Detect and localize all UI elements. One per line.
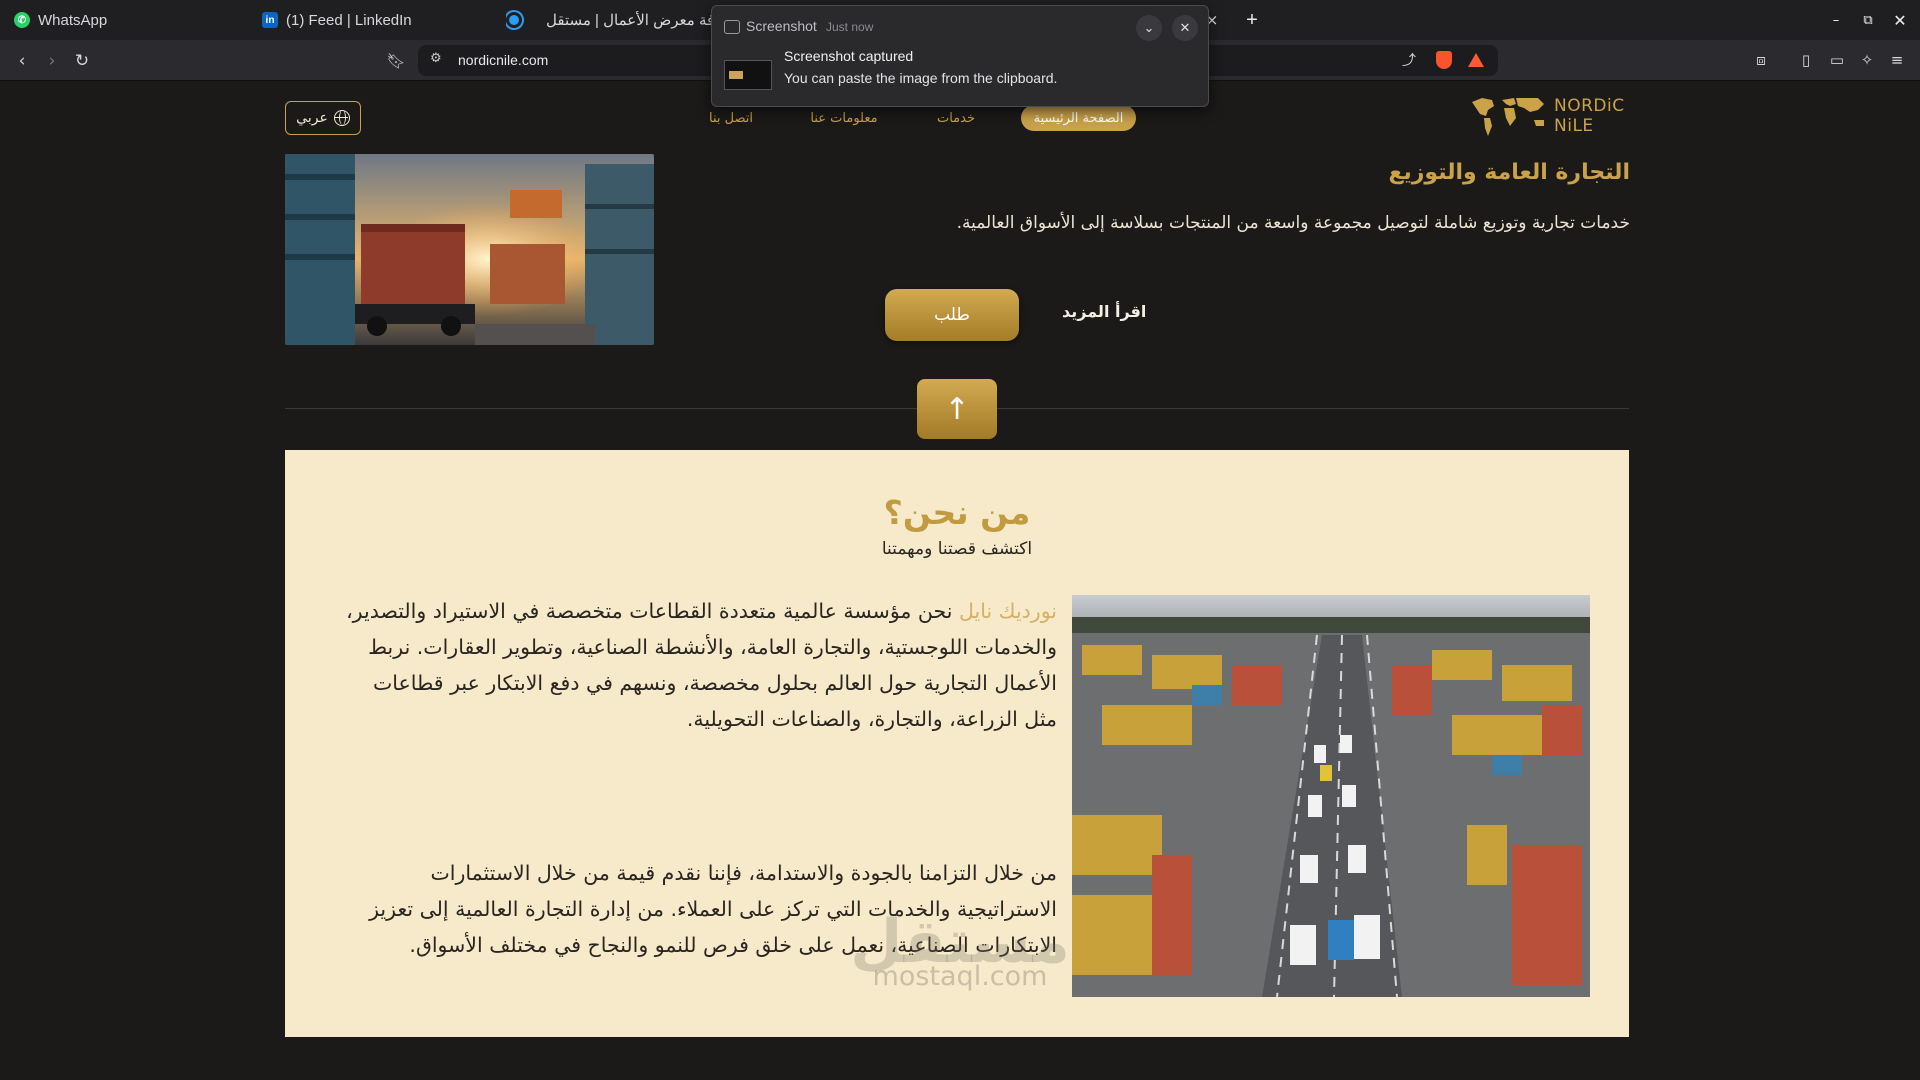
nav-home[interactable]: الصفحة الرئيسية [1021, 105, 1136, 131]
notification-close-icon[interactable]: ✕ [1172, 15, 1198, 41]
read-more-link[interactable]: اقرأ المزيد [1062, 302, 1146, 321]
tab-label: افة معرض الأعمال | مستقل [546, 12, 712, 29]
restore-icon[interactable]: ⧉ [1858, 10, 1878, 30]
notification-title: Screenshot captured [784, 48, 914, 64]
brave-rewards-icon[interactable] [1468, 53, 1484, 67]
world-map-logo-icon [1472, 98, 1544, 136]
service-description: خدمات تجارية وتوزيع شاملة لتوصيل مجموعة … [956, 213, 1630, 233]
back-icon[interactable]: ‹ [10, 49, 34, 73]
minimize-icon[interactable]: – [1826, 10, 1846, 30]
bookmark-icon[interactable]: 🔖︎ [384, 49, 408, 73]
window-close-icon[interactable]: ✕ [1890, 10, 1910, 30]
port-trucks-image [1072, 595, 1590, 997]
logo-line-1: NORDiC [1554, 96, 1625, 116]
url-text: nordicnile.com [458, 52, 549, 68]
tab-whatsapp[interactable]: ✆ WhatsApp [14, 0, 107, 40]
notification-time: Just now [826, 20, 874, 34]
nav-about[interactable]: معلومات عنا [806, 105, 882, 131]
language-toggle-button[interactable]: عربي [285, 101, 361, 135]
whatsapp-icon: ✆ [14, 12, 30, 28]
arrow-up-icon: ↑ [944, 391, 970, 427]
expand-chevron-icon[interactable]: ⌄ [1136, 15, 1162, 41]
notification-body: You can paste the image from the clipboa… [784, 70, 1058, 86]
service-title: التجارة العامة والتوزيع [1388, 160, 1630, 185]
menu-icon[interactable]: ≡ [1886, 49, 1908, 71]
share-icon[interactable]: ⤴ [1402, 50, 1416, 70]
language-label: عربي [296, 110, 328, 126]
logo-wordmark: NORDiC NiLE [1554, 96, 1625, 136]
forward-icon[interactable]: › [40, 49, 64, 73]
tab-label: (1) Feed | LinkedIn [286, 11, 412, 29]
request-button[interactable]: طلب [885, 289, 1019, 341]
logo-line-2: NiLE [1554, 116, 1594, 136]
sidebar-icon[interactable]: ▯ [1795, 49, 1817, 71]
notification-app-name: Screenshot [746, 18, 817, 34]
tab-mostaql[interactable]: افة معرض الأعمال | مستقل [506, 0, 712, 40]
screenshot-thumbnail [724, 60, 772, 90]
about-title: من نحن؟ [883, 493, 1031, 532]
watermark-latin: mostaql.com [872, 961, 1048, 992]
tab-label: WhatsApp [38, 11, 108, 29]
globe-icon [333, 110, 350, 126]
leo-ai-icon[interactable]: ✧ [1856, 49, 1878, 71]
reload-icon[interactable]: ↻ [70, 49, 94, 73]
about-paragraph-1: نورديك نايل نحن مؤسسة عالمية متعددة القط… [337, 593, 1057, 737]
trucks-containers-image [285, 154, 654, 345]
about-paragraph-1-text: نحن مؤسسة عالمية متعددة القطاعات متخصصة … [346, 599, 1057, 731]
about-subtitle: اكتشف قصتنا ومهمتنا [881, 539, 1033, 559]
site-settings-icon[interactable]: ⚙ [430, 51, 442, 66]
scroll-to-top-button[interactable]: ↑ [917, 379, 997, 439]
nav-services[interactable]: خدمات [934, 105, 978, 131]
mostaql-icon [506, 12, 522, 28]
new-tab-button[interactable]: + [1240, 8, 1264, 32]
wallet-icon[interactable]: ▭ [1826, 49, 1848, 71]
site-logo[interactable]: NORDiC NiLE [1468, 94, 1630, 142]
brave-shields-icon[interactable] [1436, 51, 1452, 69]
tab-linkedin[interactable]: in (1) Feed | LinkedIn [262, 0, 412, 40]
screenshot-notification[interactable]: Screenshot Just now ⌄ ✕ Screenshot captu… [711, 5, 1209, 107]
screenshot-app-icon [724, 20, 740, 34]
web-page: عربي اتصل بنا معلومات عنا خدمات الصفحة ا… [0, 81, 1920, 1080]
screenshot-tool-icon[interactable]: ⧈ [1750, 49, 1772, 71]
linkedin-icon: in [262, 12, 278, 28]
brand-name: نورديك نايل [958, 599, 1057, 623]
nav-contact[interactable]: اتصل بنا [707, 105, 755, 131]
